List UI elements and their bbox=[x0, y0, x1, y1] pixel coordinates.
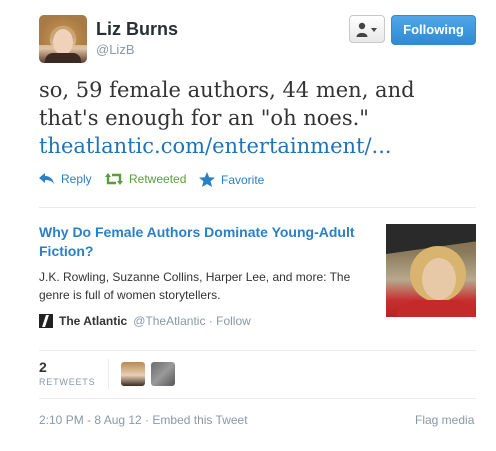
card-description: J.K. Rowling, Suzanne Collins, Harper Le… bbox=[39, 270, 351, 302]
atlantic-logo-icon bbox=[39, 314, 53, 328]
favorite-label: Favorite bbox=[221, 172, 265, 187]
tweet-text: so, 59 female authors, 44 men, and that'… bbox=[39, 76, 479, 160]
tweet-link[interactable]: theatlantic.com/entertainment/... bbox=[39, 132, 479, 160]
divider-bottom bbox=[39, 398, 476, 399]
tweet-timestamp[interactable]: 2:10 PM - 8 Aug 12 · Embed this Tweet bbox=[39, 413, 248, 427]
caret-down-icon bbox=[371, 28, 377, 32]
following-button[interactable]: Following bbox=[391, 15, 476, 45]
divider-top bbox=[39, 207, 476, 208]
retweeter-avatar[interactable] bbox=[121, 362, 145, 386]
user-handle[interactable]: @LizB bbox=[96, 42, 135, 57]
divider-middle bbox=[39, 350, 476, 351]
retweet-count[interactable]: 2 bbox=[39, 359, 47, 375]
tweet-body: so, 59 female authors, 44 men, and that'… bbox=[39, 78, 415, 130]
card-title[interactable]: Why Do Female Authors Dominate Young-Adu… bbox=[39, 223, 374, 261]
thumbnail-robe bbox=[396, 300, 476, 317]
avatar-face bbox=[53, 29, 73, 55]
card-thumbnail[interactable] bbox=[386, 224, 476, 317]
retweet-icon bbox=[105, 173, 123, 185]
star-icon bbox=[199, 172, 215, 187]
retweeted-label: Retweeted bbox=[129, 172, 187, 186]
display-name[interactable]: Liz Burns bbox=[96, 19, 178, 40]
retweet-label: RETWEETS bbox=[39, 377, 96, 387]
retweeter-avatar[interactable] bbox=[151, 362, 175, 386]
reply-label: Reply bbox=[61, 172, 92, 186]
avatar-shirt bbox=[45, 53, 81, 63]
stats-divider bbox=[108, 359, 109, 389]
card-source: The Atlantic @TheAtlantic · Follow bbox=[39, 314, 251, 328]
profile-avatar[interactable] bbox=[39, 15, 87, 63]
reply-action[interactable]: Reply bbox=[39, 172, 92, 186]
user-icon bbox=[356, 22, 377, 37]
source-name[interactable]: The Atlantic bbox=[59, 314, 127, 328]
user-actions-button[interactable] bbox=[349, 15, 385, 43]
thumbnail-face bbox=[422, 258, 456, 300]
reply-icon bbox=[39, 173, 54, 184]
retweeted-action[interactable]: Retweeted bbox=[105, 172, 186, 186]
favorite-action[interactable]: Favorite bbox=[199, 172, 264, 187]
source-handle[interactable]: @TheAtlantic · Follow bbox=[133, 314, 251, 328]
flag-media-link[interactable]: Flag media bbox=[415, 413, 474, 427]
